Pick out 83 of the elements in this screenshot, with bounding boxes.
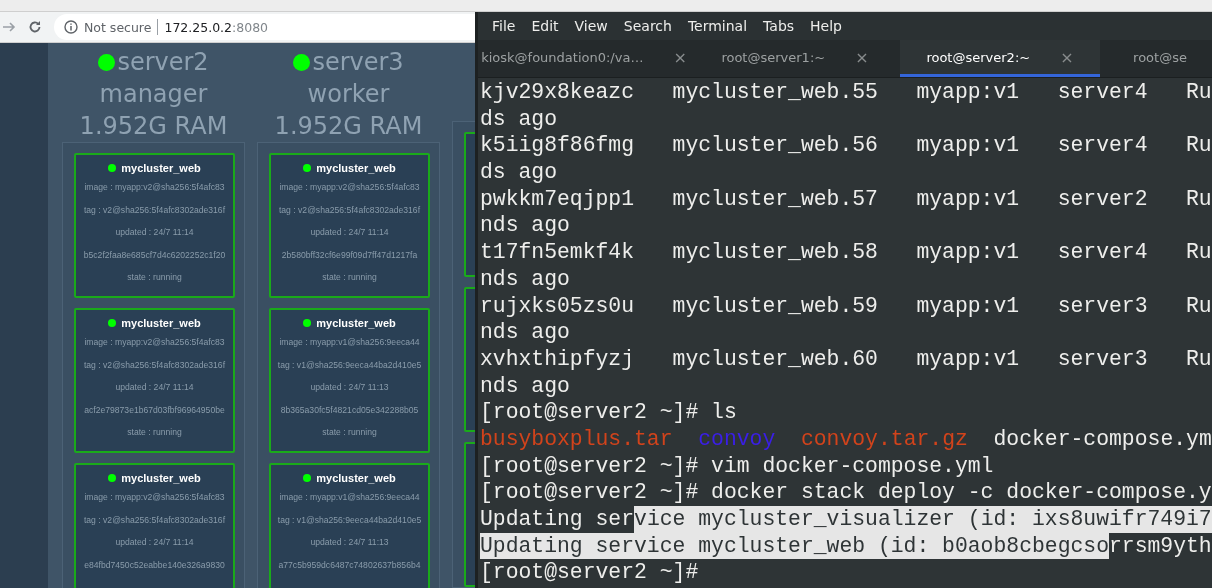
service-detail: image : myapp:v1@sha256:9eeca44 [279, 491, 420, 504]
service-detail: image : myapp:v2@sha256:5f4afc83 [84, 336, 225, 349]
close-icon[interactable]: × [673, 47, 687, 67]
selected-text: vice mycluster_visualizer (id: ixs8uwifr749i7 [634, 506, 1212, 533]
service-detail: 2b580bff32cf6e99f09d7ff47d1217fa [281, 248, 418, 262]
menu-item[interactable]: Terminal [679, 18, 756, 34]
terminal-text: [root@server2 ~]# ls [480, 399, 737, 426]
service-detail: updated : 24/7 11:14 [115, 536, 194, 549]
service-name: mycluster_web [121, 317, 201, 329]
terminal-tab[interactable]: root@se [1100, 40, 1212, 77]
terminal-text: nds ago [480, 212, 570, 240]
service-name: mycluster_web [316, 472, 396, 484]
address-bar[interactable]: Not secure 172.25.0.2:8080 [54, 14, 475, 40]
terminal-text: nds ago [480, 319, 570, 346]
terminal-text: [root@server2 ~]# [480, 559, 699, 587]
terminal-text: [root@server2 ~]# vim docker-compose.yml [480, 452, 994, 480]
security-label: Not secure [84, 19, 152, 35]
node-name: server2 [117, 47, 209, 78]
service-detail: e84fbd7450c52eabbe140e326a9830 [84, 558, 225, 572]
close-icon[interactable]: × [855, 47, 869, 67]
menu-item[interactable]: Help [802, 18, 850, 34]
node-name: server3 [312, 47, 404, 78]
terminal-text: kjv29x8keazc mycluster_web.55 myapp:v1 server4 Ru [480, 79, 1212, 106]
service-detail: image : myapp:v2@sha256:5f4afc83 [84, 491, 225, 504]
service-detail: image : myapp:v2@sha256:5f4afc83 [279, 181, 420, 194]
node-memory: 1.952G RAM [274, 111, 423, 142]
service-detail: updated : 24/7 11:13 [310, 536, 389, 549]
terminal-text: t17fn5emkf4k mycluster_web.58 myapp:v1 server4 Ru [480, 239, 1212, 266]
terminal-text: Updating ser [480, 506, 635, 533]
service-detail: image : myapp:v2@sha256:5f4afc83 [84, 181, 225, 194]
service-detail: updated : 24/7 11:14 [115, 226, 194, 239]
node-role: worker [307, 79, 390, 110]
terminal-tab[interactable]: root@server1:~ × [690, 40, 900, 77]
service-detail: b5c2f2faa8e685cf7d4c6202252c1f20 [83, 248, 226, 262]
terminal-text: ds ago [480, 159, 558, 186]
service-name: mycluster_web [121, 162, 201, 174]
service-detail: updated : 24/7 11:14 [310, 226, 389, 239]
terminal-text: ds ago [480, 105, 558, 133]
node-role: manager [99, 79, 208, 110]
terminal-text: docker-compose.ym [992, 425, 1212, 453]
menu-item[interactable]: File [484, 18, 524, 34]
service-detail: state : running [322, 426, 377, 439]
service-detail: updated : 24/7 11:13 [310, 381, 389, 394]
reload-icon[interactable] [28, 20, 42, 34]
terminal-tab[interactable]: kiosk@foundation0:/va… × [478, 40, 690, 77]
menu-item[interactable]: Tabs [755, 18, 803, 34]
close-icon[interactable]: × [1060, 47, 1074, 67]
menu-item[interactable]: Edit [523, 18, 567, 34]
service-name: mycluster_web [316, 162, 396, 174]
service-detail: state : running [127, 426, 182, 439]
info-icon[interactable] [64, 20, 78, 34]
service-detail: state : running [322, 271, 377, 284]
service-detail: image : myapp:v1@sha256:9eeca44 [279, 336, 420, 349]
terminal-tab[interactable]: root@server2:~ × [900, 40, 1100, 77]
service-detail: state : running [127, 271, 182, 284]
terminal-text: rrsm9yth [1109, 532, 1212, 560]
selected-text: Updating service mycluster_web (id: b0aob8cbegcso [480, 532, 1109, 560]
terminal-text: rujxks05zs0u mycluster_web.59 myapp:v1 server3 Ru [480, 292, 1212, 320]
menu-item[interactable]: Search [615, 18, 680, 34]
terminal-text: xvhxthipfyzj mycluster_web.60 myapp:v1 server3 Ru [480, 345, 1212, 373]
service-detail: tag : v2@sha256:5f4afc8302ade316f [83, 513, 226, 527]
service-detail: acf2e79873e1b67d03fbf96964950be [84, 403, 225, 417]
service-detail: a77c5b959dc6487c74802637b856b4 [278, 558, 421, 572]
service-detail: 8b365a30fc5f4821cd05e342288b05 [280, 403, 419, 417]
node-memory: 1.952G RAM [79, 111, 228, 142]
terminal-text: nds ago [480, 372, 570, 400]
service-detail: tag : v2@sha256:5f4afc8302ade316f [278, 203, 421, 217]
url-text: 172.25.0.2:8080 [164, 19, 269, 35]
terminal-text: nds ago [480, 265, 570, 293]
terminal-text: pwkkm7eqjpp1 mycluster_web.57 myapp:v1 server2 Ru [480, 185, 1212, 213]
terminal-text: busyboxplus.tar [480, 425, 673, 453]
terminal-text: convoy.tar.gz [799, 425, 968, 453]
service-name: mycluster_web [316, 317, 396, 329]
service-detail: tag : v1@sha256:9eeca44ba2d410e5 [277, 358, 422, 372]
menu-item[interactable]: View [566, 18, 616, 34]
service-name: mycluster_web [121, 472, 201, 484]
terminal-text: k5iig8f86fmg mycluster_web.56 myapp:v1 server4 Ru [480, 132, 1212, 160]
service-detail: tag : v2@sha256:5f4afc8302ade316f [83, 358, 226, 372]
terminal-text: convoy [697, 425, 776, 453]
service-detail: tag : v2@sha256:5f4afc8302ade316f [83, 203, 226, 217]
terminal-text: [root@server2 ~]# docker stack deploy -c docker-compose.y [480, 479, 1212, 506]
service-detail: updated : 24/7 11:14 [115, 381, 194, 394]
service-detail: tag : v1@sha256:9eeca44ba2d410e5 [277, 513, 422, 527]
